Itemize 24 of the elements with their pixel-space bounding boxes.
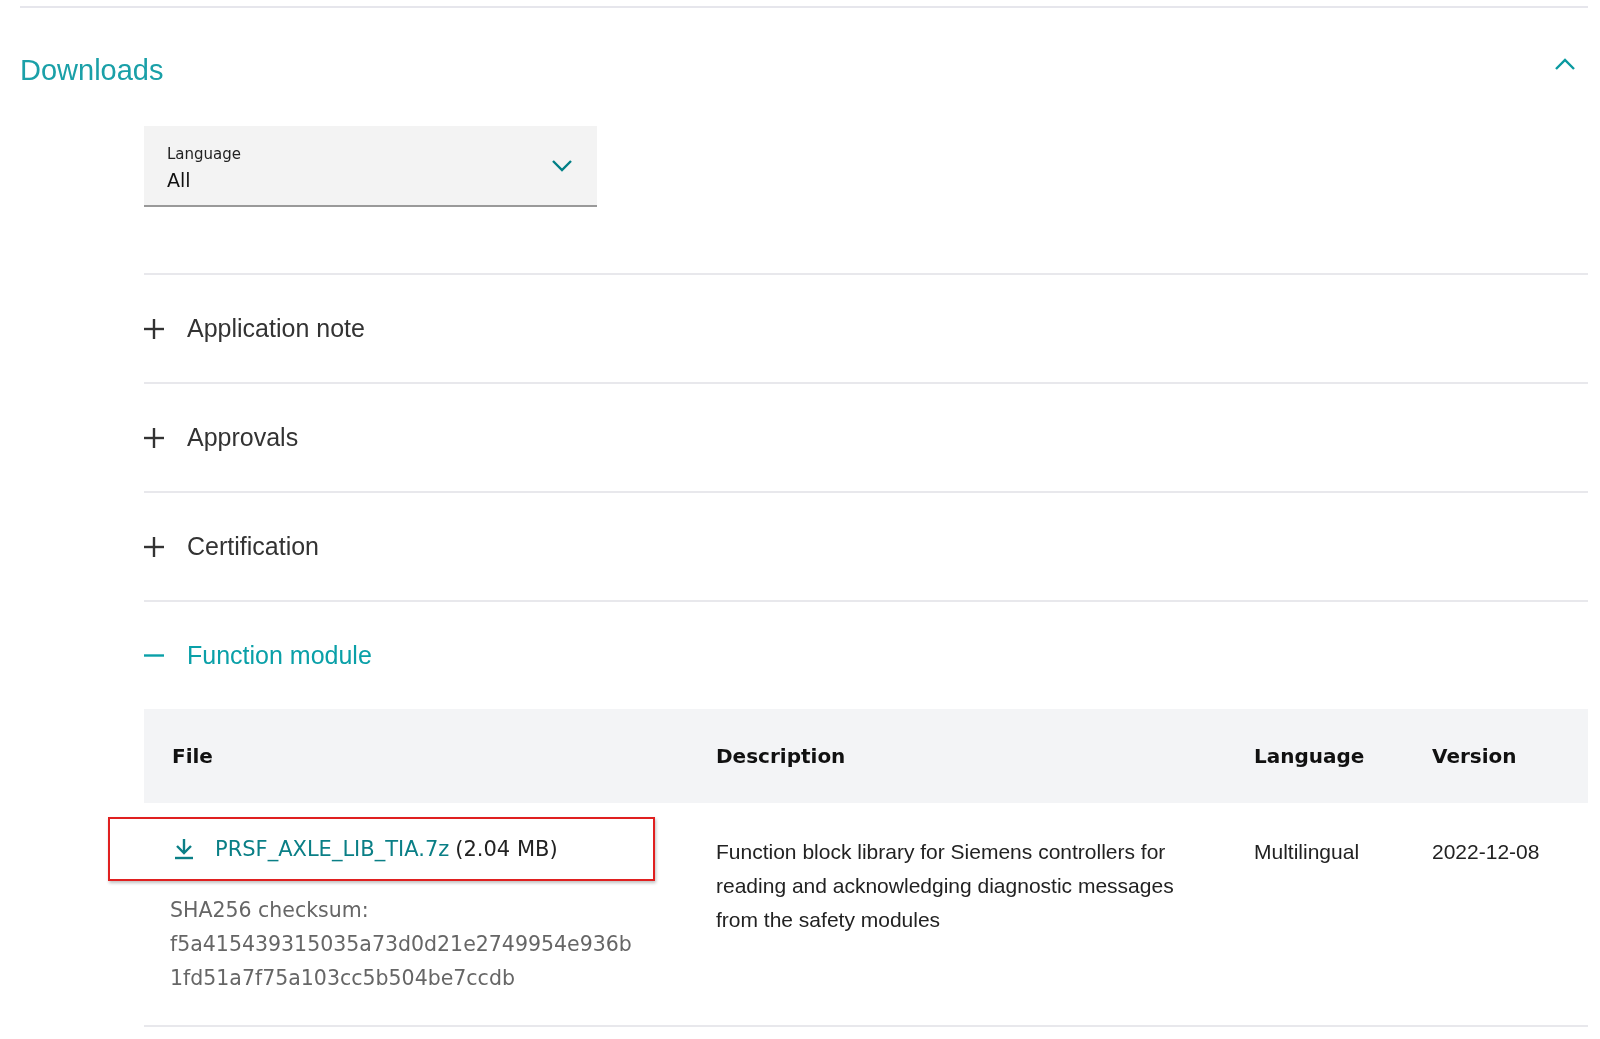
file-size: (2.04 MB) (455, 837, 558, 861)
column-header: File (172, 744, 214, 768)
plus-icon (144, 318, 164, 339)
file-link[interactable]: PRSF_AXLE_LIB_TIA.7z (215, 837, 450, 861)
column-header: Description (716, 744, 847, 768)
plus-icon (144, 427, 164, 448)
checksum-value: f5a415439315035a73d0d21e2749954e936b 1fd51a7f75a103cc5b504be7ccdb (170, 931, 633, 992)
category-header[interactable]: Application note (144, 275, 1588, 382)
chevron-down-icon (551, 158, 573, 173)
column-header: Language (1254, 744, 1366, 768)
table-cell-text: Multilingual (1254, 839, 1361, 865)
category-header[interactable]: Approvals (144, 384, 1588, 491)
dropdown-value: All (167, 168, 192, 191)
category-header[interactable]: Certification (144, 493, 1588, 600)
plus-icon (144, 536, 164, 557)
checksum-label: SHA256 checksum: (170, 897, 370, 924)
dropdown-label: Language (167, 144, 242, 163)
download-icon[interactable] (174, 838, 194, 860)
table-cell-text: Function block library for Siemens controllers for reading and acknowledging diagnostic messages from the safety modules (716, 839, 1175, 933)
column-header: Version (1432, 744, 1518, 768)
collapse-caret-icon[interactable] (1554, 57, 1576, 71)
language-dropdown[interactable]: Language All (144, 126, 597, 207)
table-cell-text: 2022-12-08 (1432, 839, 1541, 865)
minus-icon (144, 654, 164, 657)
